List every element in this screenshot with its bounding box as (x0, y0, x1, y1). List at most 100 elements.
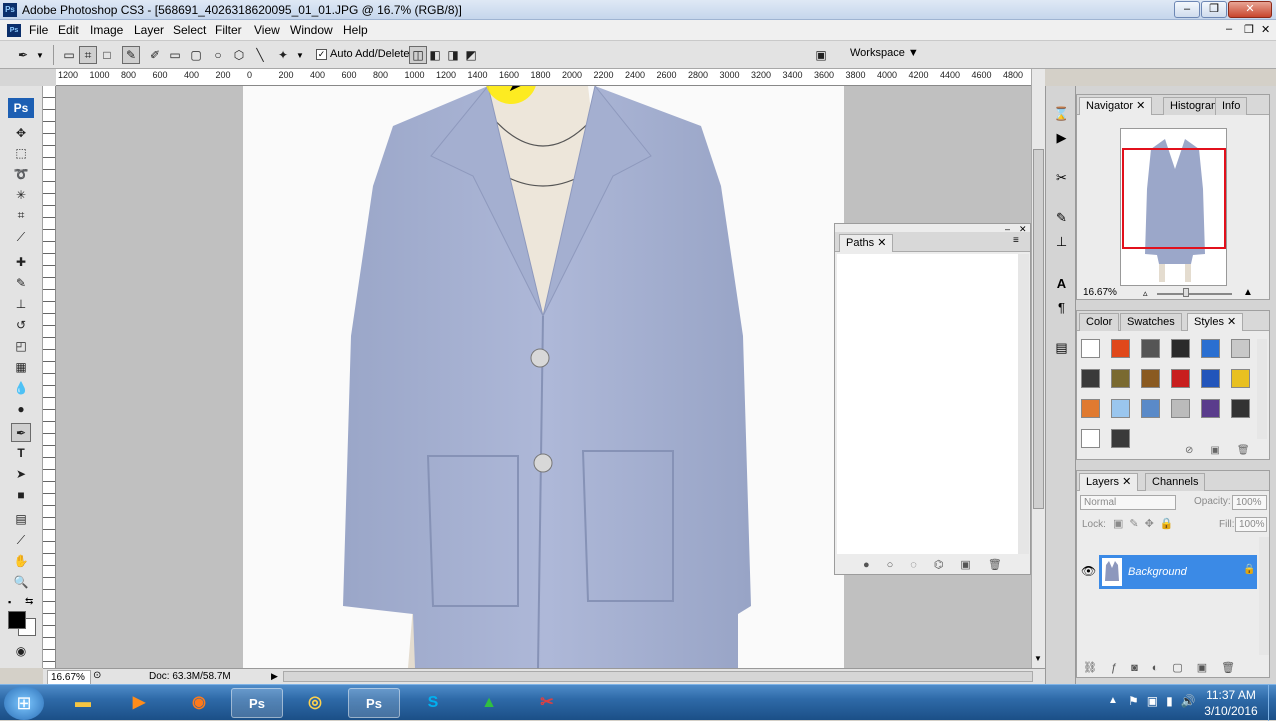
notes-tool-icon[interactable]: ▤ (11, 510, 31, 529)
menu-layer[interactable]: Layer (134, 23, 164, 37)
lasso-tool-icon[interactable]: ➰ (11, 165, 31, 184)
blur-tool-icon[interactable]: 💧 (11, 379, 31, 398)
doc-minimize-button[interactable]: ‒ (1226, 23, 1232, 35)
style-swatch[interactable] (1231, 339, 1250, 358)
taskbar-photoshop-2-icon[interactable]: Ps (348, 688, 400, 718)
clone-source-icon[interactable]: ⊥ (1051, 232, 1072, 252)
style-swatch[interactable] (1111, 339, 1130, 358)
system-clock[interactable]: 11:37 AM 3/10/2016 (1196, 687, 1266, 719)
doc-close-button[interactable]: ✕ (1261, 23, 1270, 36)
preset-dropdown-icon[interactable]: ▼ (36, 51, 44, 60)
style-swatch[interactable] (1111, 369, 1130, 388)
style-swatch[interactable] (1111, 399, 1130, 418)
taskbar-firefox-icon[interactable]: ◉ (173, 688, 225, 718)
menu-select[interactable]: Select (173, 23, 206, 37)
ellipse-icon[interactable]: ○ (209, 46, 227, 64)
style-swatch[interactable] (1201, 339, 1220, 358)
layer-comps-icon[interactable]: ▤ (1051, 338, 1072, 358)
doc-restore-button[interactable]: ❐ (1244, 23, 1254, 36)
shape-layers-icon[interactable]: ▭ (60, 46, 78, 64)
exclude-path-icon[interactable]: ◩ (462, 46, 480, 64)
style-swatch[interactable] (1171, 339, 1190, 358)
taskbar-photoshop-icon[interactable]: Ps (231, 688, 283, 718)
show-hidden-icons[interactable]: ▲ (1108, 695, 1118, 706)
tool-presets-icon[interactable]: ✂ (1051, 168, 1072, 188)
clone-stamp-icon[interactable]: ⊥ (11, 295, 31, 314)
navigator-zoom-slider[interactable] (1157, 293, 1232, 295)
status-menu-icon[interactable]: ▶ (271, 671, 278, 682)
custom-shape-icon[interactable]: ✦ (274, 46, 292, 64)
zoom-in-icon[interactable]: ▲ (1243, 287, 1253, 298)
taskbar-chrome-icon[interactable]: ◎ (289, 688, 341, 718)
type-tool-icon[interactable]: T (11, 444, 31, 463)
magic-wand-tool-icon[interactable]: ✳ (11, 186, 31, 205)
opacity-field[interactable]: 100% (1232, 495, 1267, 510)
navigator-view-box[interactable] (1122, 148, 1226, 249)
menu-edit[interactable]: Edit (58, 23, 79, 37)
polygon-icon[interactable]: ⬡ (230, 46, 248, 64)
fill-field[interactable]: 100% (1235, 517, 1267, 532)
styles-scrollbar[interactable] (1257, 339, 1267, 439)
visibility-eye-icon[interactable]: 👁 (1081, 564, 1096, 578)
gradient-tool-icon[interactable]: ▦ (11, 358, 31, 377)
tab-color[interactable]: Color (1079, 313, 1120, 331)
zoom-icon[interactable]: ⊙ (93, 670, 101, 681)
tab-styles[interactable]: Styles ✕ (1187, 313, 1244, 331)
navigator-thumbnail[interactable] (1120, 128, 1227, 286)
tab-paths[interactable]: Paths ✕ (839, 234, 894, 252)
menu-file[interactable]: File (29, 23, 48, 37)
lock-icons[interactable]: ▣✎✥🔒 (1113, 517, 1180, 530)
tray-icons[interactable]: ⚑▣▮🔊 (1128, 694, 1204, 708)
brushes-panel-icon[interactable]: ✎ (1051, 208, 1072, 228)
zoom-out-icon[interactable]: ▵ (1143, 288, 1148, 299)
restore-button[interactable]: ❐ (1201, 1, 1227, 18)
paths-footer-icons[interactable]: ●○◌⌬▣🗑 (863, 558, 1019, 571)
blend-mode-select[interactable]: Normal (1080, 495, 1176, 510)
history-brush-icon[interactable]: ↺ (11, 316, 31, 335)
show-desktop-button[interactable] (1268, 685, 1276, 721)
tab-layers[interactable]: Layers ✕ (1079, 473, 1139, 491)
intersect-path-icon[interactable]: ◨ (444, 46, 462, 64)
taskbar-explorer-icon[interactable]: ▬ (57, 688, 109, 718)
foreground-color-swatch[interactable] (8, 611, 26, 629)
zoom-field[interactable]: 16.67% (47, 670, 91, 685)
taskbar-snipping-icon[interactable]: ✂ (521, 688, 573, 718)
style-swatch[interactable] (1231, 369, 1250, 388)
quick-mask-icon[interactable]: ◉ (11, 642, 31, 661)
layers-scrollbar[interactable] (1259, 537, 1269, 655)
paths-mode-icon[interactable]: ⌗ (79, 46, 97, 64)
pen-tool-icon[interactable]: ✒ (11, 423, 31, 442)
rounded-rectangle-icon[interactable]: ▢ (187, 46, 205, 64)
start-button[interactable]: ⊞ (4, 686, 44, 720)
taskbar-media-icon[interactable]: ▶ (113, 688, 165, 718)
line-icon[interactable]: ╲ (251, 46, 269, 64)
brush-tool-icon[interactable]: ✎ (11, 274, 31, 293)
style-swatch[interactable] (1171, 369, 1190, 388)
style-swatch[interactable] (1141, 399, 1160, 418)
style-swatch[interactable] (1111, 429, 1130, 448)
scrollbar-thumb[interactable] (1033, 149, 1044, 509)
bridge-icon[interactable]: ▣ (810, 46, 832, 64)
tab-swatches[interactable]: Swatches (1120, 313, 1182, 331)
shape-tool-icon[interactable]: ■ (11, 486, 31, 505)
zoom-tool-icon[interactable]: 🔍 (11, 573, 31, 592)
menu-view[interactable]: View (254, 23, 280, 37)
menu-image[interactable]: Image (90, 23, 123, 37)
close-button[interactable]: ✕ (1228, 1, 1272, 18)
horizontal-ruler[interactable]: 1200 1000 800 600 400 200 0 200 400 600 800 1000 120… (56, 69, 1031, 86)
style-swatch[interactable] (1231, 399, 1250, 418)
freeform-pen-icon[interactable]: ✐ (146, 46, 164, 64)
style-swatch[interactable] (1081, 399, 1100, 418)
canvas-scrollbar[interactable]: ▼ (1031, 69, 1045, 668)
taskbar-app-icon[interactable]: ▲ (463, 688, 515, 718)
pen-icon[interactable]: ✎ (122, 46, 140, 64)
minimize-button[interactable]: ‒ (1174, 1, 1200, 18)
swap-colors-icon[interactable]: ⇆ (25, 596, 33, 607)
tab-navigator[interactable]: Navigator ✕ (1079, 97, 1153, 115)
menu-window[interactable]: Window (290, 23, 333, 37)
panel-menu-icon[interactable]: ≡ (1013, 235, 1019, 246)
default-colors-icon[interactable]: ▪ (8, 597, 11, 607)
tab-info[interactable]: Info (1215, 97, 1248, 115)
style-swatch[interactable] (1081, 369, 1100, 388)
move-tool-icon[interactable]: ✥ (11, 124, 31, 143)
